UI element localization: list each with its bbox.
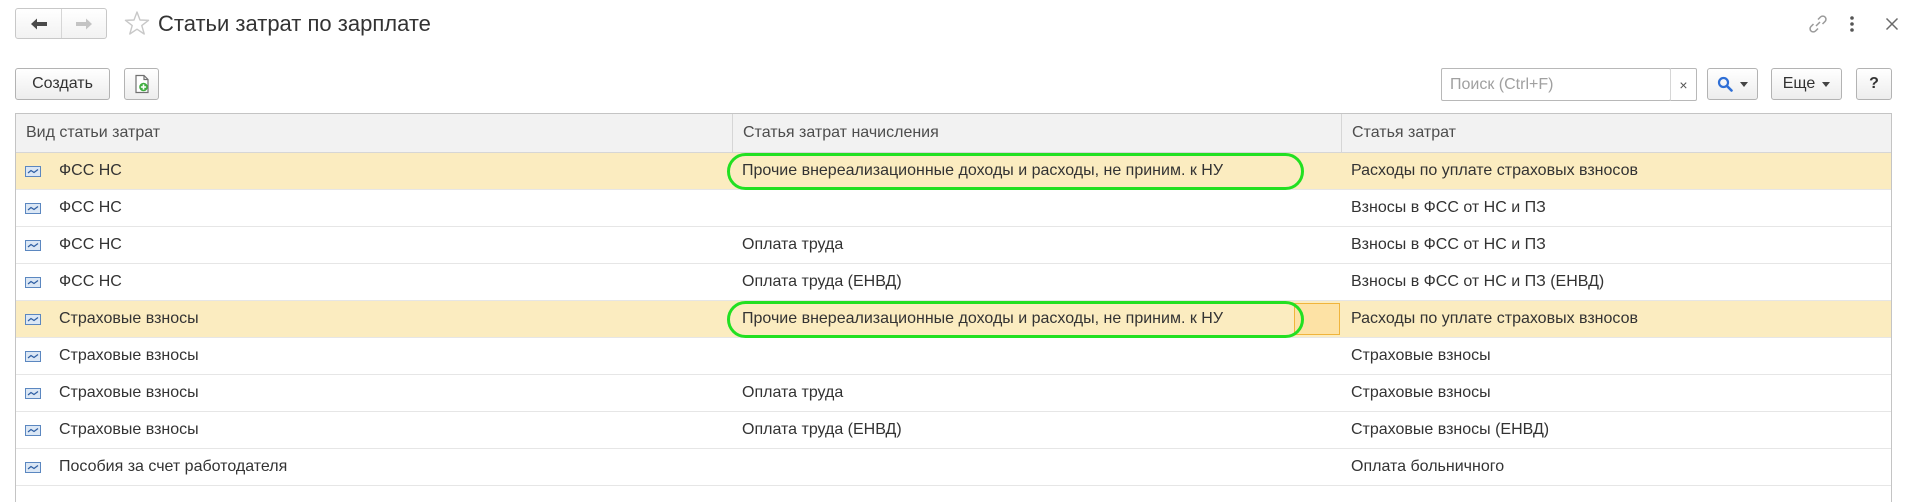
table-row[interactable]: Страховые взносы Оплата труда Страховые вз… xyxy=(16,375,1891,412)
cell-kind: ФСС НС xyxy=(59,273,122,290)
cell-accrual-cost-item: Прочие внереализационные доходы и расход… xyxy=(742,162,1223,179)
cell-cost-item: Взносы в ФСС от НС и ПЗ (ЕНВД) xyxy=(1351,273,1605,290)
more-vertical-icon xyxy=(1850,16,1854,32)
cell-kind: ФСС НС xyxy=(59,199,122,216)
create-button[interactable]: Создать xyxy=(15,68,110,100)
cell-kind: Страховые взносы xyxy=(59,310,199,327)
cell-cost-item: Оплата больничного xyxy=(1351,458,1505,475)
close-button[interactable] xyxy=(1880,12,1904,36)
arrow-right-icon xyxy=(76,18,92,29)
navigation-buttons xyxy=(15,8,107,39)
clear-icon: × xyxy=(1679,76,1688,93)
chevron-down-icon xyxy=(1740,81,1748,87)
cell-cost-item: Страховые взносы xyxy=(1351,347,1491,364)
cell-cost-item: Расходы по уплате страховых взносов xyxy=(1351,162,1638,179)
cell-accrual-cost-item: Оплата труда xyxy=(742,236,844,253)
cell-accrual-cost-item: Прочие внереализационные доходы и расход… xyxy=(742,310,1223,327)
table-row[interactable]: Пособия за счет работодателя Оплата больн… xyxy=(16,449,1891,486)
search-input[interactable] xyxy=(1442,69,1670,100)
column-header-cost-item[interactable]: Статья затрат xyxy=(1341,114,1891,152)
search-field xyxy=(1441,68,1671,101)
cell-accrual-cost-item xyxy=(732,338,1340,374)
link-button[interactable] xyxy=(1806,12,1830,36)
column-header-accrual-cost-item[interactable]: Статья затрат начисления xyxy=(732,114,1340,152)
cell-kind: Страховые взносы xyxy=(59,347,199,364)
cell-kind: Пособия за счет работодателя xyxy=(59,458,288,475)
forward-button[interactable] xyxy=(61,9,106,38)
back-button[interactable] xyxy=(16,9,61,38)
table-row[interactable]: ФСС НС Оплата труда Взносы в ФСС от НС и П… xyxy=(16,227,1891,264)
more-menu-button[interactable]: Еще xyxy=(1771,68,1842,100)
help-button[interactable]: ? xyxy=(1856,68,1892,100)
cell-accrual-cost-item xyxy=(732,449,1340,485)
table-row[interactable]: Страховые взносы Прочие внереализационные… xyxy=(16,301,1891,338)
cell-accrual-cost-item xyxy=(732,190,1340,226)
page-title: Статьи затрат по зарплате xyxy=(158,11,431,36)
cell-kind: Страховые взносы xyxy=(59,421,199,438)
title-bar: Статьи затрат по зарплате xyxy=(0,0,1920,50)
add-document-icon xyxy=(134,74,149,94)
cell-accrual-cost-item: Оплата труда xyxy=(742,384,844,401)
more-actions-button[interactable] xyxy=(1840,12,1864,36)
cell-cost-item: Страховые взносы xyxy=(1351,384,1491,401)
cell-accrual-cost-item: Оплата труда (ЕНВД) xyxy=(742,273,902,290)
add-document-button[interactable] xyxy=(124,68,159,100)
magnifier-icon xyxy=(1717,76,1733,92)
chevron-down-icon xyxy=(1822,81,1831,87)
table-row[interactable]: ФСС НС Прочие внереализационные доходы и … xyxy=(16,153,1891,190)
table-row[interactable]: ФСС НС Взносы в ФСС от НС и ПЗ xyxy=(16,190,1891,227)
cell-cost-item: Расходы по уплате страховых взносов xyxy=(1351,310,1638,327)
table-header: Вид статьи затрат Статья затрат начислен… xyxy=(16,114,1891,153)
arrow-left-icon xyxy=(30,18,47,29)
cell-cost-item: Взносы в ФСС от НС и ПЗ xyxy=(1351,236,1546,253)
close-icon xyxy=(1885,17,1899,31)
table-row[interactable]: ФСС НС Оплата труда (ЕНВД) Взносы в ФСС от… xyxy=(16,264,1891,301)
cell-kind: Страховые взносы xyxy=(59,384,199,401)
more-menu-label: Еще xyxy=(1782,75,1816,92)
cell-cost-item: Страховые взносы (ЕНВД) xyxy=(1351,421,1550,438)
cell-kind: ФСС НС xyxy=(59,162,122,179)
star-icon[interactable] xyxy=(124,10,150,36)
link-icon xyxy=(1809,15,1827,33)
column-header-kind[interactable]: Вид статьи затрат xyxy=(16,114,731,152)
cell-kind: ФСС НС xyxy=(59,236,122,253)
cost-items-table: Вид статьи затрат Статья затрат начислен… xyxy=(15,113,1892,502)
search-button[interactable] xyxy=(1707,68,1758,100)
search-clear-button[interactable]: × xyxy=(1670,68,1697,101)
cell-accrual-cost-item: Оплата труда (ЕНВД) xyxy=(742,421,902,438)
cell-cost-item: Взносы в ФСС от НС и ПЗ xyxy=(1351,199,1546,216)
table-row[interactable]: Страховые взносы Страховые взносы xyxy=(16,338,1891,375)
table-row[interactable]: Страховые взносы Оплата труда (ЕНВД) Страх… xyxy=(16,412,1891,449)
